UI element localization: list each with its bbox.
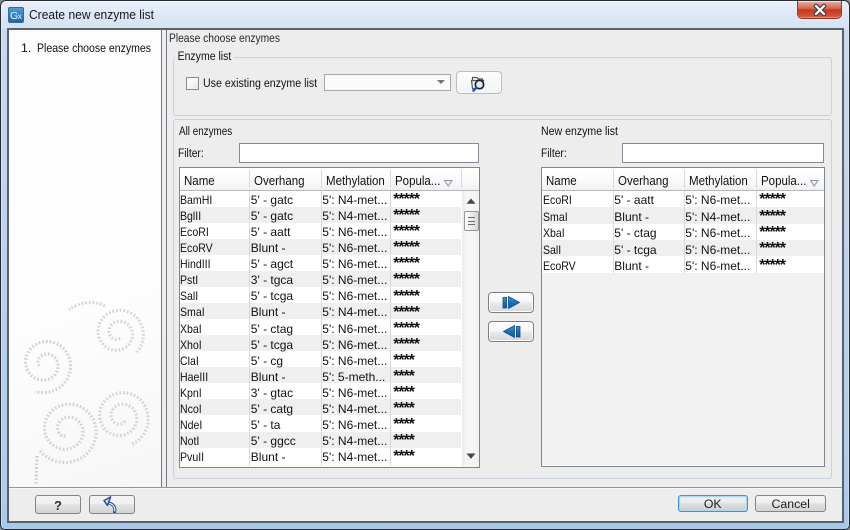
svg-text:x: x [18,11,23,21]
